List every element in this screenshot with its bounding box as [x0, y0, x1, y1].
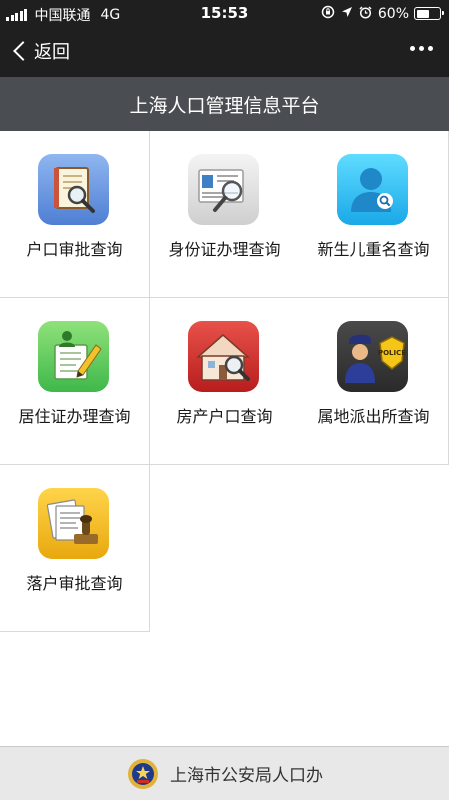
svg-text:POLICE: POLICE — [378, 349, 406, 357]
service-id-card[interactable]: 身份证办理查询 — [150, 131, 300, 298]
chevron-left-icon — [13, 41, 33, 61]
back-label: 返回 — [34, 42, 70, 63]
location-icon — [341, 6, 353, 21]
service-label: 属地派出所查询 — [317, 407, 430, 426]
footer: 上海市公安局人口办 — [0, 746, 449, 800]
document-pencil-icon — [38, 321, 109, 392]
service-hukou-approval[interactable]: 户口审批查询 — [0, 131, 150, 298]
service-label: 居住证办理查询 — [18, 407, 131, 426]
service-settlement-approval[interactable]: 落户审批查询 — [0, 465, 150, 632]
house-magnifier-icon — [188, 321, 259, 392]
service-newborn-name[interactable]: 新生儿重名查询 — [299, 131, 449, 298]
service-label: 身份证办理查询 — [168, 240, 281, 259]
nav-bar: 返回 — [0, 26, 449, 77]
documents-stamp-icon — [38, 488, 109, 559]
footer-text: 上海市公安局人口办 — [170, 766, 323, 786]
battery-percent: 60% — [377, 5, 409, 22]
service-property-hukou[interactable]: 房产户口查询 — [150, 298, 300, 465]
page-title: 上海人口管理信息平台 — [129, 94, 320, 117]
service-label: 户口审批查询 — [26, 240, 123, 259]
service-residence-permit[interactable]: 居住证办理查询 — [0, 298, 150, 465]
orientation-lock-icon — [321, 5, 335, 22]
status-right: 60% — [321, 5, 444, 22]
battery-icon — [414, 7, 444, 20]
service-label: 落户审批查询 — [26, 574, 123, 593]
more-dots-icon[interactable] — [406, 46, 433, 51]
id-card-magnifier-icon — [188, 154, 259, 225]
status-bar: 中国联通 4G 15:53 60% — [0, 0, 449, 26]
alarm-icon — [359, 5, 372, 22]
service-label: 新生儿重名查询 — [317, 240, 430, 259]
back-button[interactable]: 返回 — [10, 38, 70, 64]
police-officer-icon: POLICE — [337, 321, 408, 392]
service-local-police-station[interactable]: POLICE 属地派出所查询 — [299, 298, 449, 465]
page-title-banner: 上海人口管理信息平台 — [0, 77, 449, 131]
service-label: 房产户口查询 — [176, 407, 273, 426]
book-magnifier-icon — [38, 154, 109, 225]
person-search-icon — [337, 154, 408, 225]
police-emblem-icon — [126, 757, 160, 791]
